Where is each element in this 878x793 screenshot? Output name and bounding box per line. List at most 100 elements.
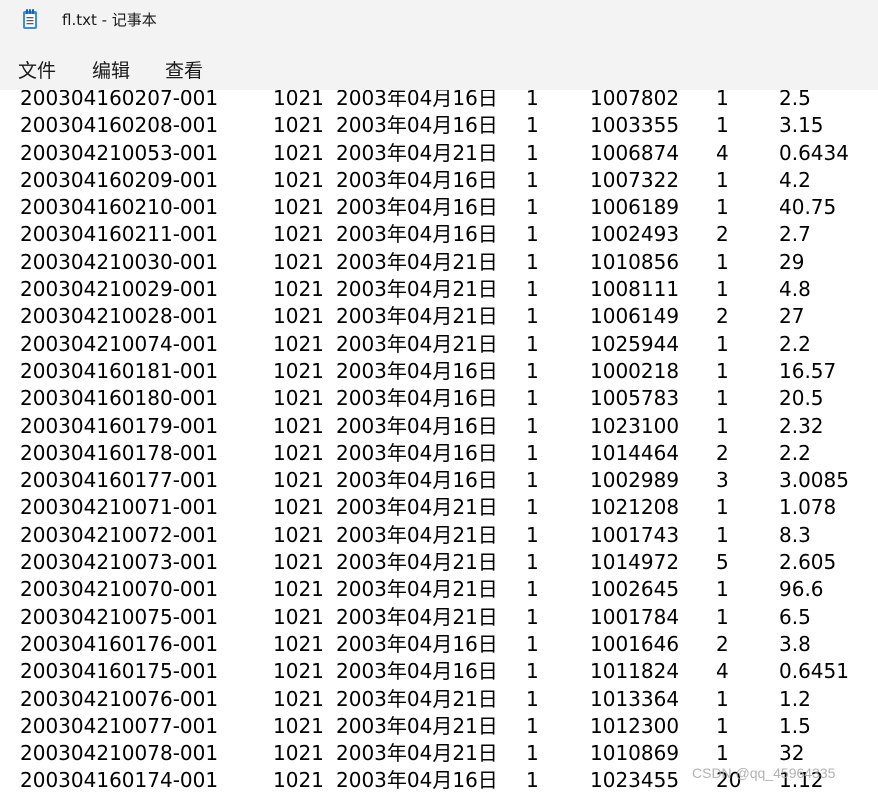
text-field: 1 <box>716 113 729 138</box>
text-field: 200304160209-001 <box>20 167 219 192</box>
text-field: 1021 <box>273 468 324 493</box>
text-field: 2 <box>716 304 729 329</box>
text-field: 40.75 <box>779 195 837 220</box>
text-field: 1002989 <box>590 468 680 493</box>
text-field: 1021 <box>273 604 324 629</box>
text-field: 1 <box>526 495 539 520</box>
text-field: 2003年04月21日 <box>336 741 498 766</box>
text-field: 2003年04月16日 <box>336 440 498 465</box>
text-field: 1 <box>716 741 729 766</box>
text-line: 200304210076-001 1021 2003年04月21日 1 1013364 1… <box>0 686 878 713</box>
text-field: 1 <box>716 358 729 383</box>
text-field: 1021 <box>273 331 324 356</box>
text-field: 2.2 <box>779 440 811 465</box>
text-field: 1007322 <box>590 167 680 192</box>
text-field: 1021 <box>273 440 324 465</box>
text-field: 2003年04月21日 <box>336 249 498 274</box>
text-field: 1005783 <box>590 386 680 411</box>
text-field: 2003年04月21日 <box>336 577 498 602</box>
text-field: 2003年04月21日 <box>336 550 498 575</box>
text-field: 200304210028-001 <box>20 304 219 329</box>
text-field: 2003年04月21日 <box>336 277 498 302</box>
menu-edit[interactable]: 编辑 <box>92 56 130 83</box>
text-field: 1002645 <box>590 577 680 602</box>
text-line: 200304210073-001 1021 2003年04月21日 1 1014972 5… <box>0 549 878 576</box>
text-field: 1025944 <box>590 331 680 356</box>
text-field: 1021 <box>273 386 324 411</box>
title-bar: fl.txt - 记事本 <box>0 0 878 40</box>
text-field: 2003年04月21日 <box>336 331 498 356</box>
text-field: 2003年04月21日 <box>336 522 498 547</box>
text-field: 3.15 <box>779 113 824 138</box>
text-field: 1 <box>716 713 729 738</box>
text-field: 1010869 <box>590 741 680 766</box>
text-line: 200304160210-001 1021 2003年04月16日 1 1006189 1… <box>0 194 878 221</box>
text-field: 4.8 <box>779 277 811 302</box>
text-field: 200304160211-001 <box>20 222 219 247</box>
text-field: 1 <box>526 358 539 383</box>
text-field: 1021 <box>273 90 324 110</box>
text-field: 2003年04月21日 <box>336 495 498 520</box>
text-field: 16.57 <box>779 358 837 383</box>
text-field: 1003355 <box>590 113 680 138</box>
text-field: 1 <box>526 249 539 274</box>
text-field: 1 <box>526 113 539 138</box>
text-field: 200304210077-001 <box>20 713 219 738</box>
text-line: 200304160176-001 1021 2003年04月16日 1 1001646 2… <box>0 631 878 658</box>
text-field: 1 <box>716 277 729 302</box>
text-field: 200304160174-001 <box>20 768 219 793</box>
text-field: 1006874 <box>590 140 680 165</box>
text-field: 1 <box>526 468 539 493</box>
text-field: 200304210073-001 <box>20 550 219 575</box>
text-field: 1021 <box>273 304 324 329</box>
text-field: 1 <box>526 741 539 766</box>
text-field: 2003年04月16日 <box>336 358 498 383</box>
text-field: 2003年04月16日 <box>336 90 498 110</box>
text-line: 200304210028-001 1021 2003年04月21日 1 1006149 2… <box>0 303 878 330</box>
text-field: 96.6 <box>779 577 824 602</box>
text-field: 1 <box>526 522 539 547</box>
text-field: 2003年04月16日 <box>336 631 498 656</box>
text-line: 200304160178-001 1021 2003年04月16日 1 1014464 2… <box>0 440 878 467</box>
text-field: 1 <box>716 90 729 110</box>
text-field: 2003年04月16日 <box>336 167 498 192</box>
text-field: 1 <box>526 277 539 302</box>
text-field: 1006189 <box>590 195 680 220</box>
text-line: 200304210030-001 1021 2003年04月21日 1 1010856 1… <box>0 249 878 276</box>
menu-file[interactable]: 文件 <box>18 56 56 83</box>
text-field: 1021 <box>273 741 324 766</box>
menu-bar: 文件 编辑 查看 <box>0 40 878 90</box>
text-field: 1 <box>716 577 729 602</box>
text-field: 1 <box>526 331 539 356</box>
text-field: 1021 <box>273 249 324 274</box>
text-field: 200304210070-001 <box>20 577 219 602</box>
text-field: 1021 <box>273 413 324 438</box>
text-field: 1 <box>526 304 539 329</box>
text-field: 1021 <box>273 140 324 165</box>
text-field: 3.8 <box>779 631 811 656</box>
text-field: 1 <box>526 604 539 629</box>
text-field: 2003年04月16日 <box>336 468 498 493</box>
text-field: 2003年04月16日 <box>336 386 498 411</box>
text-field: 1007802 <box>590 90 680 110</box>
text-field: 1 <box>526 90 539 110</box>
text-field: 1021208 <box>590 495 680 520</box>
text-field: 200304210053-001 <box>20 140 219 165</box>
text-field: 200304210076-001 <box>20 686 219 711</box>
text-field: 1 <box>526 167 539 192</box>
text-field: 1000218 <box>590 358 680 383</box>
text-field: 1021 <box>273 768 324 793</box>
text-field: 1011824 <box>590 659 680 684</box>
text-line: 200304160211-001 1021 2003年04月16日 1 1002493 2… <box>0 221 878 248</box>
text-field: 200304160208-001 <box>20 113 219 138</box>
menu-view[interactable]: 查看 <box>165 56 203 83</box>
text-editor[interactable]: 200304160207-001 1021 2003年04月16日 1 1007802 1… <box>0 90 878 793</box>
text-field: 1023455 <box>590 768 680 793</box>
text-field: 2.605 <box>779 550 837 575</box>
text-field: 1021 <box>273 358 324 383</box>
text-field: 1001743 <box>590 522 680 547</box>
text-field: 3.0085 <box>779 468 849 493</box>
text-field: 1 <box>716 686 729 711</box>
text-field: 1 <box>526 440 539 465</box>
text-field: 1.078 <box>779 495 837 520</box>
